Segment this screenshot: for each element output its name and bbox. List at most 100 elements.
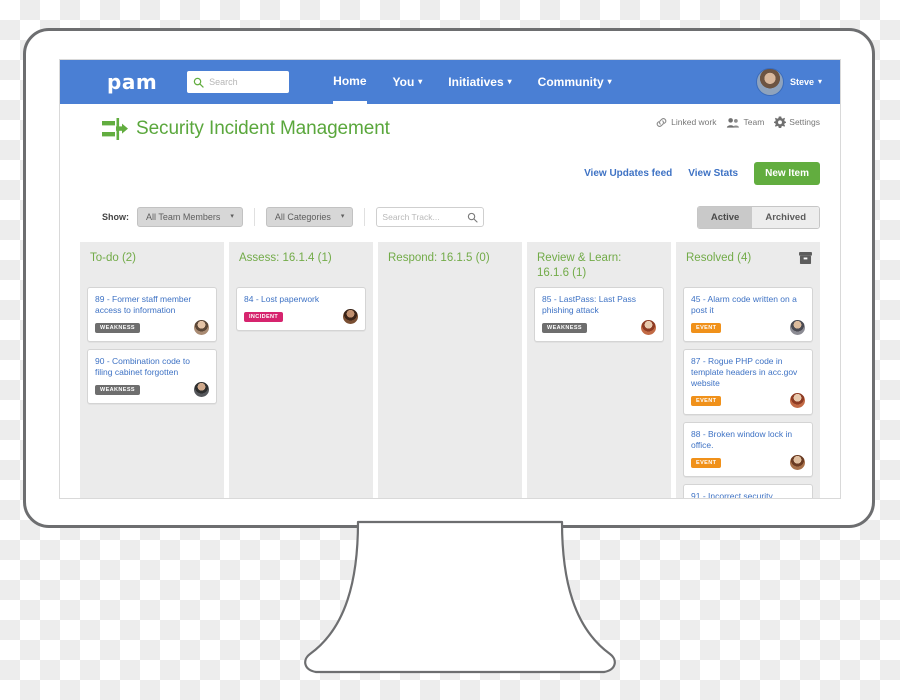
view-updates-feed-link[interactable]: View Updates feed	[584, 168, 672, 179]
nav-item-home[interactable]: Home	[333, 60, 367, 104]
column-header: Assess: 16.1.4 (1)	[229, 242, 373, 287]
view-toggle: Active Archived	[696, 205, 820, 229]
board-card-footer: WEAKNESS	[95, 382, 209, 397]
divider	[364, 208, 366, 226]
board-column: Assess: 16.1.4 (1) 84 - Lost paperwork INC…	[229, 242, 373, 498]
board-column: To-do (2) 89 - Former staff member access…	[80, 242, 224, 498]
avatar	[193, 381, 210, 398]
column-title: Resolved (4)	[686, 252, 752, 264]
status-badge: EVENT	[691, 322, 722, 333]
brand-logo[interactable]: pam	[107, 70, 157, 94]
track-search-input[interactable]: Search Track...	[376, 207, 485, 227]
column-header: To-do (2)	[80, 242, 224, 287]
nav-item-community-label: Community	[537, 75, 604, 89]
nav-item-initiatives[interactable]: Initiatives ▾	[448, 60, 511, 104]
column-cards: 89 - Former staff member access to infor…	[80, 287, 224, 404]
avatar	[789, 392, 806, 409]
team-members-filter-value: All Team Members	[146, 212, 221, 222]
status-badge: WEAKNESS	[95, 322, 140, 333]
avatar	[640, 319, 657, 336]
nav-item-you[interactable]: You ▾	[393, 60, 423, 104]
chevron-down-icon: ▾	[607, 76, 612, 86]
board-card-title[interactable]: 89 - Former staff member access to infor…	[95, 294, 209, 316]
avatar	[193, 319, 210, 336]
board-card-footer: EVENT	[691, 455, 805, 470]
global-search-input[interactable]: Search	[187, 71, 290, 93]
board-card-title[interactable]: 88 - Broken window lock in office.	[691, 429, 805, 451]
show-label: Show:	[102, 212, 129, 222]
board-column: Review & Learn: 16.1.6 (1) 85 - LastPass:…	[527, 242, 671, 498]
nav-links: Home You ▾ Initiatives ▾ Community ▾	[333, 60, 638, 104]
board-card-footer: EVENT	[691, 393, 805, 408]
search-icon	[193, 77, 204, 88]
board-column: Resolved (4) 45 - Alarm code written on a…	[676, 242, 820, 498]
chevron-down-icon: ▾	[817, 76, 822, 86]
column-header: Resolved (4)	[676, 242, 820, 287]
action-row: View Updates feed View Stats New Item	[60, 162, 840, 192]
column-title: To-do (2)	[90, 252, 137, 264]
user-menu[interactable]: Steve ▾	[755, 68, 822, 96]
monitor-stand	[304, 520, 616, 674]
board-card[interactable]: 90 - Combination code to filing cabinet …	[87, 349, 217, 404]
avatar	[755, 68, 784, 96]
settings-label: Settings	[789, 117, 820, 127]
board-card-footer: WEAKNESS	[95, 320, 209, 335]
header-tools: Linked work Team Settings	[650, 116, 820, 128]
board-card-title[interactable]: 45 - Alarm code written on a post it	[691, 294, 805, 316]
app-screen: pam Search Home You ▾ Initiatives ▾ Comm…	[59, 59, 841, 499]
team-button[interactable]: Team	[726, 117, 764, 128]
board-card-footer: WEAKNESS	[542, 320, 656, 335]
board-card[interactable]: 85 - LastPass: Last Pass phishing attack…	[534, 287, 664, 342]
board-card-title[interactable]: 87 - Rogue PHP code in template headers …	[691, 356, 805, 389]
nav-item-community[interactable]: Community ▾	[538, 60, 612, 104]
avatar	[789, 454, 806, 471]
column-title: Review & Learn: 16.1.6 (1)	[537, 252, 622, 279]
board-card[interactable]: 89 - Former staff member access to infor…	[87, 287, 217, 342]
kanban-board: To-do (2) 89 - Former staff member access…	[80, 242, 820, 498]
team-members-filter-dropdown[interactable]: All Team Members ▾	[137, 207, 243, 227]
page-title: Security Incident Management	[136, 118, 390, 139]
status-badge: INCIDENT	[244, 311, 284, 322]
board-card[interactable]: 88 - Broken window lock in office. EVENT	[683, 422, 813, 477]
view-stats-link[interactable]: View Stats	[688, 168, 738, 179]
board-card[interactable]: 91 - Incorrect security settings on Goog…	[683, 484, 813, 498]
nav-item-initiatives-label: Initiatives	[448, 75, 504, 89]
action-links: View Updates feed View Stats New Item	[584, 162, 820, 185]
board-card-title[interactable]: 91 - Incorrect security settings on Goog…	[691, 491, 805, 498]
board-column: Respond: 16.1.5 (0)	[378, 242, 522, 498]
toggle-active[interactable]: Active	[697, 206, 753, 228]
board-card-title[interactable]: 85 - LastPass: Last Pass phishing attack	[542, 294, 656, 316]
column-header: Review & Learn: 16.1.6 (1)	[527, 242, 671, 287]
column-cards: 84 - Lost paperwork INCIDENT	[229, 287, 373, 331]
column-cards: 45 - Alarm code written on a post it EVEN…	[676, 287, 820, 498]
top-navigation-bar: pam Search Home You ▾ Initiatives ▾ Comm…	[60, 60, 840, 104]
nav-item-home-label: Home	[333, 73, 367, 88]
board-card-footer: EVENT	[691, 320, 805, 335]
board-card[interactable]: 84 - Lost paperwork INCIDENT	[236, 287, 366, 331]
track-search-placeholder: Search Track...	[382, 212, 440, 222]
board-card[interactable]: 45 - Alarm code written on a post it EVEN…	[683, 287, 813, 342]
chevron-down-icon: ▾	[418, 76, 423, 86]
global-search-placeholder: Search	[209, 77, 238, 87]
chevron-down-icon: ▾	[340, 213, 345, 220]
linked-work-label: Linked work	[671, 117, 717, 127]
board-card[interactable]: 87 - Rogue PHP code in template headers …	[683, 349, 813, 415]
filter-bar: Show: All Team Members ▾ All Categories …	[60, 200, 840, 234]
settings-button[interactable]: Settings	[774, 116, 820, 128]
chevron-down-icon: ▾	[507, 76, 512, 86]
divider	[253, 208, 255, 226]
column-title: Respond: 16.1.5 (0)	[388, 252, 490, 264]
board-card-title[interactable]: 90 - Combination code to filing cabinet …	[95, 356, 209, 378]
column-header: Respond: 16.1.5 (0)	[378, 242, 522, 287]
board-card-title[interactable]: 84 - Lost paperwork	[244, 294, 358, 305]
track-flow-icon	[102, 118, 128, 140]
avatar	[789, 319, 806, 336]
archive-box-icon[interactable]	[799, 251, 812, 269]
nav-item-you-label: You	[392, 75, 415, 89]
new-item-button[interactable]: New Item	[754, 162, 820, 185]
chevron-down-icon: ▾	[230, 213, 234, 220]
categories-filter-dropdown[interactable]: All Categories ▾	[265, 207, 354, 227]
toggle-archived[interactable]: Archived	[752, 206, 819, 228]
linked-work-button[interactable]: Linked work	[655, 117, 716, 128]
status-badge: EVENT	[691, 457, 722, 468]
